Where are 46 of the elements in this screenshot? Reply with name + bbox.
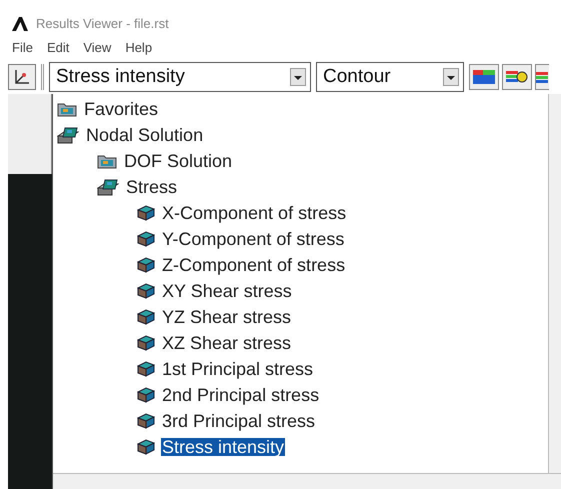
tree-item[interactable]: 3rd Principal stress: [161, 412, 316, 430]
result-dropdown[interactable]: Stress intensity: [49, 62, 311, 92]
tree-item[interactable]: Z-Component of stress: [161, 256, 346, 274]
tree-item[interactable]: YZ Shear stress: [161, 308, 292, 326]
legend-icon: [536, 70, 548, 84]
plot-type-dropdown[interactable]: Contour: [316, 62, 464, 92]
cube-icon: [137, 361, 155, 377]
menu-item[interactable]: File: [12, 38, 33, 58]
contour-plot-icon: [473, 70, 495, 84]
cube-icon: [137, 205, 155, 221]
cube-icon: [137, 335, 155, 351]
toolbar-button[interactable]: [502, 64, 532, 90]
cube-icon: [137, 413, 155, 429]
menu-item[interactable]: Edit: [46, 38, 70, 58]
tree-item[interactable]: DOF Solution: [123, 152, 234, 170]
tree-item[interactable]: Favorites: [83, 100, 160, 118]
tree-item[interactable]: Nodal Solution: [85, 126, 204, 144]
cube-icon: [137, 257, 155, 273]
toolbar-button[interactable]: [535, 64, 549, 90]
vertical-scrollbar[interactable]: [548, 94, 561, 473]
folder-icon: [97, 153, 117, 169]
axes-icon: [13, 68, 31, 86]
stacked-folder-icon: [57, 126, 79, 144]
tree-item[interactable]: X-Component of stress: [161, 204, 348, 222]
tree-item[interactable]: 1st Principal stress: [161, 360, 314, 378]
toolbar-button[interactable]: [8, 64, 36, 90]
cube-icon: [137, 309, 155, 325]
tree-item[interactable]: 2nd Principal stress: [161, 386, 320, 404]
cube-icon: [137, 439, 155, 455]
query-icon: [506, 69, 528, 85]
cube-icon: [137, 231, 155, 247]
folder-icon: [57, 101, 77, 117]
logo-icon: [12, 17, 28, 31]
tree-item[interactable]: XY Shear stress: [161, 282, 293, 300]
window-title: Results Viewer - file.rst: [36, 15, 169, 34]
menu-item[interactable]: Help: [125, 38, 152, 58]
cube-icon: [137, 387, 155, 403]
tree-item[interactable]: Y-Component of stress: [161, 230, 346, 248]
horizontal-scrollbar[interactable]: [53, 473, 561, 489]
stacked-folder-icon: [97, 178, 119, 196]
tree-item[interactable]: XZ Shear stress: [161, 334, 292, 352]
menu-item[interactable]: View: [83, 38, 112, 58]
cube-icon: [137, 283, 155, 299]
toolbar-button[interactable]: [469, 64, 499, 90]
tree-item[interactable]: Stress intensity: [161, 438, 286, 456]
tree-item[interactable]: Stress: [125, 178, 178, 196]
